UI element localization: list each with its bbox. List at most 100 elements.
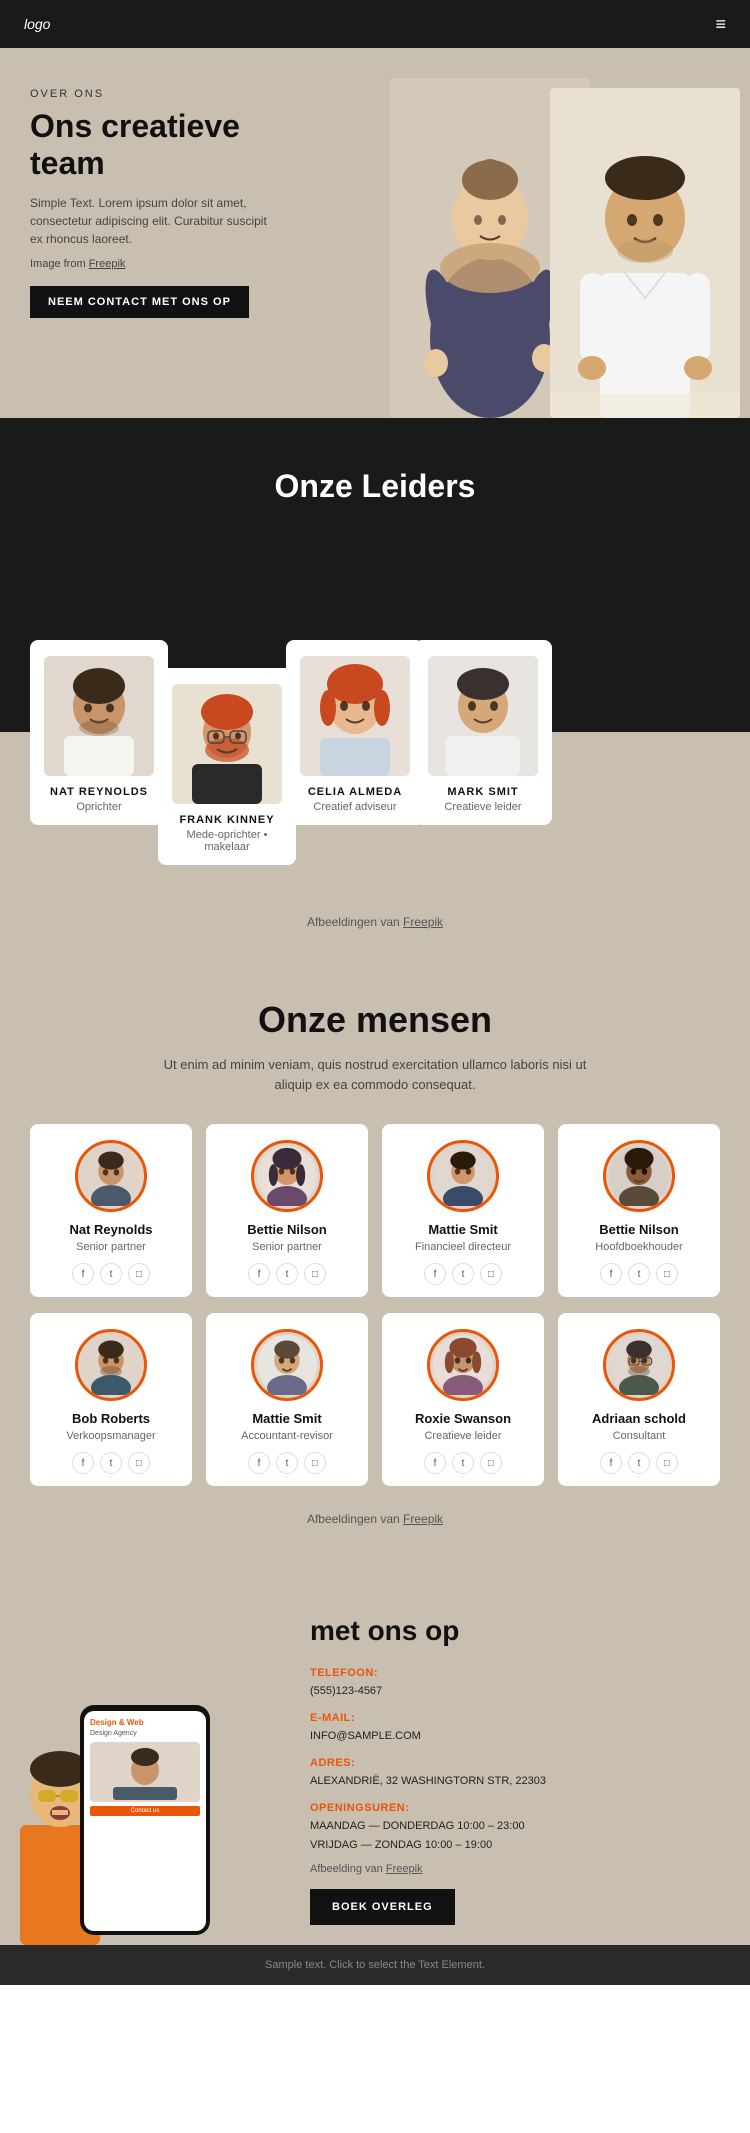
contact-hours-label: OPENINGSUREN: [310, 1802, 409, 1814]
instagram-icon-4[interactable]: □ [128, 1452, 150, 1474]
facebook-icon-1[interactable]: f [248, 1263, 270, 1285]
team-card-7: Adriaan schold Consultant f t □ [558, 1313, 720, 1486]
contact-address-label: ADRES: [310, 1757, 355, 1769]
team-role-7: Consultant [568, 1430, 710, 1442]
team-card-4: Bob Roberts Verkoopsmanager f t □ [30, 1313, 192, 1486]
contact-phone-label: TELEFOON: [310, 1667, 378, 1679]
team-freepik-link[interactable]: Freepik [403, 1512, 443, 1526]
phone-screen-inner [90, 1742, 200, 1802]
team-subtitle: Ut enim ad minim veniam, quis nostrud ex… [145, 1055, 605, 1094]
contact-email-value: INFO@SAMPLE.COM [310, 1730, 421, 1742]
team-icons-1: f t □ [216, 1263, 358, 1285]
leaders-section: Onze Leiders NAT REYNOLDS Oprichter [0, 418, 750, 949]
facebook-icon-7[interactable]: f [600, 1452, 622, 1474]
instagram-icon-5[interactable]: □ [304, 1452, 326, 1474]
instagram-icon-0[interactable]: □ [128, 1263, 150, 1285]
facebook-icon-5[interactable]: f [248, 1452, 270, 1474]
facebook-icon-3[interactable]: f [600, 1263, 622, 1285]
leader-card-nat: NAT REYNOLDS Oprichter [30, 640, 168, 825]
hero-content: OVER ONS Ons creatieve team Simple Text.… [30, 88, 270, 318]
contact-image-credit: Afbeelding van Freepik [310, 1863, 730, 1875]
team-avatar-3 [603, 1140, 675, 1212]
contact-hours-value-2: VRIJDAG — ZONDAG 10:00 – 19:00 [310, 1839, 492, 1851]
leader-img-nat [44, 656, 154, 776]
team-title: Onze mensen [30, 999, 720, 1041]
team-role-3: Hoofdboekhouder [568, 1241, 710, 1253]
team-avatar-7 [603, 1329, 675, 1401]
leader-card-celia: CELIA ALMEDA Creatief adviseur [286, 640, 424, 825]
hero-text: Simple Text. Lorem ipsum dolor sit amet,… [30, 194, 270, 248]
twitter-icon-2[interactable]: t [452, 1263, 474, 1285]
leader-name-celia: CELIA ALMEDA [298, 786, 412, 798]
contact-section: Design & Web Design Agency Contact us me… [0, 1566, 750, 1945]
team-icons-6: f t □ [392, 1452, 534, 1474]
instagram-icon-7[interactable]: □ [656, 1452, 678, 1474]
leader-name-mark: MARK SMIT [426, 786, 540, 798]
team-name-3: Bettie Nilson [568, 1222, 710, 1237]
team-name-4: Bob Roberts [40, 1411, 182, 1426]
twitter-icon-4[interactable]: t [100, 1452, 122, 1474]
leaders-cards-container: NAT REYNOLDS Oprichter [0, 545, 750, 885]
contact-freepik-link[interactable]: Freepik [386, 1863, 423, 1875]
instagram-icon-1[interactable]: □ [304, 1263, 326, 1285]
twitter-icon-1[interactable]: t [276, 1263, 298, 1285]
contact-phone-row: TELEFOON: (555)123-4567 [310, 1663, 730, 1700]
team-role-4: Verkoopsmanager [40, 1430, 182, 1442]
instagram-icon-6[interactable]: □ [480, 1452, 502, 1474]
team-name-7: Adriaan schold [568, 1411, 710, 1426]
contact-phone-value: (555)123-4567 [310, 1685, 382, 1697]
facebook-icon-6[interactable]: f [424, 1452, 446, 1474]
team-avatar-4 [75, 1329, 147, 1401]
contact-address-value: ALEXANDRIË, 32 WASHINGTORN STR, 22303 [310, 1775, 546, 1787]
instagram-icon-3[interactable]: □ [656, 1263, 678, 1285]
leader-img-mark [428, 656, 538, 776]
twitter-icon-5[interactable]: t [276, 1452, 298, 1474]
leader-role-mark: Creatieve leider [426, 801, 540, 813]
menu-icon[interactable]: ≡ [715, 14, 726, 35]
team-avatar-6 [427, 1329, 499, 1401]
leader-name-frank: FRANK KINNEY [170, 814, 284, 826]
navbar: logo ≡ [0, 0, 750, 48]
team-avatar-5 [251, 1329, 323, 1401]
contact-phone-mockup: Design & Web Design Agency Contact us [80, 1705, 210, 1935]
phone-screen-subtitle: Design Agency [90, 1730, 200, 1737]
facebook-icon-4[interactable]: f [72, 1452, 94, 1474]
contact-hours-row: OPENINGSUREN: MAANDAG — DONDERDAG 10:00 … [310, 1798, 730, 1854]
team-avatar-2 [427, 1140, 499, 1212]
team-role-6: Creatieve leider [392, 1430, 534, 1442]
team-role-5: Accountant-revisor [216, 1430, 358, 1442]
leader-img-frank [172, 684, 282, 804]
hero-section: OVER ONS Ons creatieve team Simple Text.… [0, 48, 750, 418]
team-grid-row1: Nat Reynolds Senior partner f t □ [30, 1124, 720, 1297]
team-card-0: Nat Reynolds Senior partner f t □ [30, 1124, 192, 1297]
twitter-icon-6[interactable]: t [452, 1452, 474, 1474]
hero-images [330, 48, 750, 418]
team-card-5: Mattie Smit Accountant-revisor f t □ [206, 1313, 368, 1486]
team-name-0: Nat Reynolds [40, 1222, 182, 1237]
phone-screen-title: Design & Web [90, 1717, 200, 1727]
team-icons-2: f t □ [392, 1263, 534, 1285]
team-icons-0: f t □ [40, 1263, 182, 1285]
team-name-2: Mattie Smit [392, 1222, 534, 1237]
facebook-icon-0[interactable]: f [72, 1263, 94, 1285]
twitter-icon-3[interactable]: t [628, 1263, 650, 1285]
phone-cta[interactable]: Contact us [90, 1806, 200, 1816]
team-grid-row2: Bob Roberts Verkoopsmanager f t □ [30, 1313, 720, 1486]
hero-freepik-link[interactable]: Freepik [89, 258, 126, 270]
team-footer: Afbeeldingen van Freepik [30, 1502, 720, 1536]
team-section: Onze mensen Ut enim ad minim veniam, qui… [0, 949, 750, 1566]
contact-book-button[interactable]: BOEK OVERLEG [310, 1889, 455, 1925]
twitter-icon-7[interactable]: t [628, 1452, 650, 1474]
instagram-icon-2[interactable]: □ [480, 1263, 502, 1285]
leader-card-mark: MARK SMIT Creatieve leider [414, 640, 552, 825]
team-card-2: Mattie Smit Financieel directeur f t □ [382, 1124, 544, 1297]
hero-title: Ons creatieve team [30, 108, 270, 182]
leader-card-frank: FRANK KINNEY Mede-oprichter • makelaar [158, 668, 296, 865]
twitter-icon-0[interactable]: t [100, 1263, 122, 1285]
facebook-icon-2[interactable]: f [424, 1263, 446, 1285]
leaders-footer: Afbeeldingen van Freepik [0, 885, 750, 949]
footer: Sample text. Click to select the Text El… [0, 1945, 750, 1985]
team-name-5: Mattie Smit [216, 1411, 358, 1426]
leaders-freepik-link[interactable]: Freepik [403, 915, 443, 929]
hero-cta-button[interactable]: NEEM CONTACT MET ONS OP [30, 286, 249, 318]
